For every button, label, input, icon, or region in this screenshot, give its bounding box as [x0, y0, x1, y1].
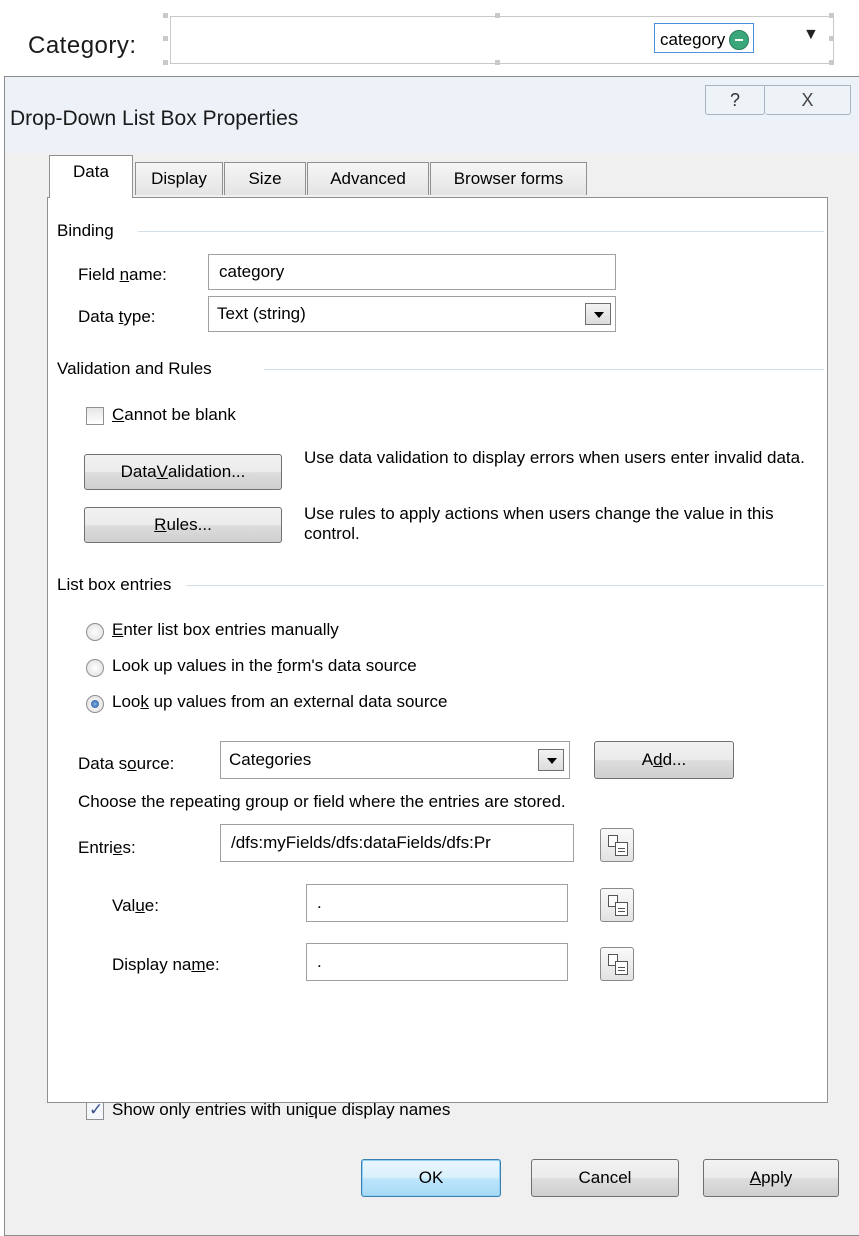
radio-enter-manually-label: Enter list box entries manually [112, 620, 339, 639]
apply-button[interactable]: Apply [703, 1159, 839, 1197]
value-label: Value: [112, 896, 159, 915]
data-type-select[interactable]: Text (string) [208, 296, 616, 332]
data-validation-description: Use data validation to display errors wh… [304, 448, 805, 467]
cannot-be-blank-checkbox[interactable] [86, 407, 104, 425]
add-data-source-button[interactable]: Add... [594, 741, 734, 779]
tab-advanced[interactable]: Advanced [307, 162, 429, 195]
dropdown-arrow-icon[interactable] [585, 303, 611, 325]
resize-handle[interactable] [829, 36, 834, 41]
resize-handle[interactable] [163, 36, 168, 41]
ok-button-label: OK [418, 1168, 444, 1187]
display-name-label: Display name: [112, 955, 220, 974]
help-icon: ? [729, 90, 740, 110]
tab-panel-data: Binding Field name: category Data type: … [47, 197, 828, 1120]
xpath-selector-icon[interactable] [600, 828, 634, 862]
ok-button[interactable]: OK [361, 1159, 501, 1197]
resize-handle[interactable] [829, 13, 834, 18]
list-entries-group-label: List box entries [57, 575, 174, 595]
display-name-xpath-value: . [317, 952, 322, 971]
radio-form-data-source-label: Look up values in the form's data source [112, 656, 417, 675]
unique-display-names-label: Show only entries with unique display na… [112, 1100, 451, 1119]
binding-group-label: Binding [57, 221, 116, 241]
cancel-button[interactable]: Cancel [531, 1159, 679, 1197]
xpath-selector-icon[interactable] [600, 947, 634, 981]
resize-handle[interactable] [163, 13, 168, 18]
tab-data[interactable]: Data [49, 155, 133, 198]
resize-handle[interactable] [829, 60, 834, 65]
value-xpath-input[interactable]: . [306, 884, 568, 922]
entries-xpath-value: /dfs:myFields/dfs:dataFields/dfs:Pr [231, 833, 491, 852]
data-source-label: Data source: [78, 754, 175, 773]
data-source-select[interactable]: Categories [220, 741, 570, 779]
tab-display[interactable]: Display [135, 162, 223, 195]
field-binding-tag: category [654, 23, 755, 53]
xpath-selector-icon[interactable] [600, 888, 634, 922]
field-name-value: category [219, 262, 285, 281]
data-validation-button[interactable]: Data Validation... [84, 454, 282, 490]
entries-xpath-input[interactable]: /dfs:myFields/dfs:dataFields/dfs:Pr [220, 824, 574, 862]
field-status-icon [729, 30, 750, 50]
entries-label: Entries: [78, 838, 136, 857]
resize-handle[interactable] [495, 60, 500, 65]
tab-size[interactable]: Size [224, 162, 306, 195]
close-button[interactable]: X [765, 85, 851, 115]
cannot-be-blank-label: Cannot be blank [112, 405, 236, 424]
category-label: Category: [28, 32, 137, 59]
close-icon: X [801, 90, 814, 110]
group-divider [264, 369, 824, 370]
resize-handle[interactable] [163, 60, 168, 65]
help-button[interactable]: ? [705, 85, 765, 115]
display-name-xpath-input[interactable]: . [306, 943, 568, 981]
rules-description: Use rules to apply actions when users ch… [304, 504, 774, 543]
properties-dialog: Drop-Down List Box Properties ? X Data D… [4, 76, 859, 1236]
radio-form-data-source[interactable] [86, 659, 104, 677]
field-binding-name: category [660, 30, 726, 49]
field-name-label: Field name: [78, 265, 167, 284]
radio-enter-manually[interactable] [86, 623, 104, 641]
radio-external-data-source-label: Look up values from an external data sou… [112, 692, 448, 711]
group-divider [138, 231, 824, 232]
tab-browser-forms[interactable]: Browser forms [430, 162, 587, 195]
validation-group-label: Validation and Rules [57, 359, 214, 379]
radio-external-data-source[interactable] [86, 695, 104, 713]
cancel-button-label: Cancel [578, 1168, 632, 1187]
dropdown-arrow-icon[interactable]: ▼ [803, 26, 819, 44]
data-source-value: Categories [229, 750, 312, 769]
unique-display-names-checkbox[interactable] [86, 1100, 104, 1120]
entries-instructions: Choose the repeating group or field wher… [78, 792, 566, 811]
data-type-value: Text (string) [217, 304, 306, 323]
data-type-label: Data type: [78, 307, 156, 326]
dropdown-arrow-icon[interactable] [538, 749, 564, 771]
dialog-title: Drop-Down List Box Properties [10, 107, 299, 130]
resize-handle[interactable] [495, 13, 500, 18]
field-name-input[interactable]: category [208, 254, 616, 290]
group-divider [186, 585, 824, 586]
rules-button[interactable]: Rules... [84, 507, 282, 543]
value-xpath-value: . [317, 893, 322, 912]
